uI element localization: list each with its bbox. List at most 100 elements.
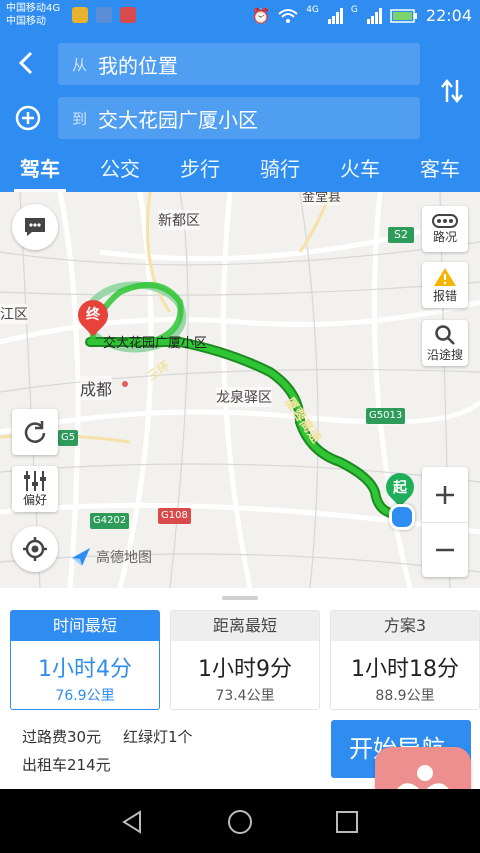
network-type-1: 4G [306, 4, 319, 15]
preference-label: 偏好 [22, 492, 47, 507]
circle-home-icon [228, 810, 252, 834]
current-location-dot [389, 504, 415, 530]
notification-app-icon [120, 7, 136, 23]
plan-card-title: 距离最短 [171, 611, 319, 641]
zoom-out-button[interactable] [422, 522, 468, 577]
traffic-light-info: 红绿灯1个 [123, 728, 193, 746]
map-label-jintang: 金堂县 [302, 192, 342, 205]
notification-app-icon [96, 7, 112, 23]
back-arrow-icon [18, 51, 33, 75]
signal-icon [327, 7, 343, 24]
plan-card-title: 方案3 [331, 611, 479, 641]
zoom-in-button[interactable] [422, 467, 468, 523]
traffic-label: 路况 [432, 229, 457, 244]
signal-icon [366, 7, 382, 24]
clock: 22:04 [425, 6, 472, 25]
tab-train[interactable]: 火车 [320, 150, 400, 192]
crosshair-icon [23, 537, 47, 561]
plan-card-distance: 73.4公里 [215, 688, 275, 704]
destination-field[interactable]: 到 交大花园广厦小区 [58, 97, 420, 139]
origin-prefix: 从 [72, 56, 88, 74]
add-waypoint-button[interactable] [14, 104, 42, 132]
status-right: ⏰ 4G G 22:04 [251, 4, 472, 26]
road-shield-g4202: G4202 [90, 513, 130, 529]
transport-tabs: 驾车 公交 步行 骑行 火车 客车 [0, 150, 480, 192]
nav-recents-button[interactable] [332, 807, 362, 837]
back-button[interactable] [12, 48, 42, 78]
alarm-icon: ⏰ [251, 6, 271, 25]
swap-arrows-icon [441, 79, 463, 103]
report-label: 报错 [432, 288, 457, 303]
preference-button[interactable]: 偏好 [12, 466, 58, 512]
map-label-longquanyi: 龙泉驿区 [216, 387, 272, 407]
plan-card-shortest[interactable]: 距离最短 1小时9分 73.4公里 [170, 610, 320, 710]
plan-card-distance: 76.9公里 [55, 688, 115, 704]
tab-bike[interactable]: 骑行 [240, 150, 320, 192]
route-line [85, 337, 400, 519]
zoom-control [422, 467, 468, 577]
map-label-xindu: 新都区 [158, 210, 200, 230]
carrier-1: 中国移动4G [6, 3, 61, 14]
road-shield-g5: G5 [58, 430, 79, 446]
map-view[interactable]: 新都区 江区 成都 龙泉驿区 金堂县 交大花园广厦小区 三环 厦蓉高速 S2 G… [0, 192, 480, 588]
traffic-icon [432, 213, 458, 228]
search-icon [435, 324, 455, 345]
road-shield-g108: G108 [158, 508, 191, 524]
notification-app-icon [72, 7, 88, 23]
toll-info: 过路费30元 [22, 728, 102, 746]
taxi-fare-info: 出租车214元 [22, 756, 111, 774]
drag-handle[interactable] [222, 596, 258, 600]
network-type-2: G [350, 4, 358, 15]
carrier-2: 中国移动 [6, 16, 46, 27]
end-marker-label: 终 [86, 307, 100, 323]
square-recents-icon [336, 811, 358, 833]
tab-drive[interactable]: 驾车 [0, 150, 80, 192]
start-marker-label: 起 [393, 480, 407, 496]
amap-logo-icon [72, 548, 90, 566]
traffic-button[interactable]: 路况 [422, 206, 468, 252]
report-button[interactable]: 报错 [422, 262, 468, 308]
sliders-icon [24, 470, 46, 491]
amap-logo: 高德地图 [70, 546, 152, 568]
along-search-label: 沿途搜 [426, 347, 463, 362]
destination-prefix: 到 [72, 110, 88, 128]
minus-icon [436, 548, 454, 551]
plan-card-fastest[interactable]: 时间最短 1小时4分 76.9公里 [10, 610, 160, 710]
status-bar: 中国移动4G 中国移动 ⏰ 4G G 22:04 [0, 0, 480, 32]
tab-bus[interactable]: 公交 [80, 150, 160, 192]
plus-icon [436, 485, 454, 504]
chat-bubble-icon [25, 218, 45, 236]
origin-value: 我的位置 [98, 54, 178, 78]
plan-card-time: 1小时4分 [38, 657, 132, 682]
triangle-back-icon [122, 810, 141, 834]
plan-card-title: 时间最短 [11, 611, 159, 641]
refresh-icon [24, 421, 46, 443]
city-dot [122, 381, 128, 387]
road-shield-g5013: G5013 [366, 408, 406, 424]
plan-card-option3[interactable]: 方案3 1小时18分 88.9公里 [330, 610, 480, 710]
along-search-button[interactable]: 沿途搜 [422, 320, 468, 366]
warning-icon [434, 267, 456, 286]
swap-button[interactable] [438, 76, 466, 106]
map-label-jinjiang: 江区 [0, 304, 28, 324]
nav-back-button[interactable] [118, 807, 148, 837]
tab-walk[interactable]: 步行 [160, 150, 240, 192]
refresh-button[interactable] [12, 409, 58, 455]
tab-coach[interactable]: 客车 [400, 150, 480, 192]
plan-card-time: 1小时9分 [198, 657, 292, 682]
plan-card-time: 1小时18分 [351, 657, 459, 682]
map-label-destination: 交大花园广厦小区 [103, 336, 208, 351]
map-label-chengdu: 成都 [80, 376, 113, 400]
origin-field[interactable]: 从 我的位置 [58, 43, 420, 85]
route-header: 从 我的位置 到 交大花园广厦小区 驾车 公交 步行 骑行 火车 客车 [0, 32, 480, 192]
system-nav-bar [0, 789, 480, 853]
add-circle-icon [15, 105, 41, 131]
message-button[interactable] [12, 204, 58, 250]
locate-button[interactable] [12, 526, 58, 572]
route-line-inner [87, 339, 398, 517]
nav-home-button[interactable] [225, 807, 255, 837]
road-shield-s2: S2 [388, 227, 414, 243]
wifi-icon [278, 8, 298, 23]
amap-logo-text: 高德地图 [96, 550, 152, 566]
plan-card-distance: 88.9公里 [375, 688, 435, 704]
